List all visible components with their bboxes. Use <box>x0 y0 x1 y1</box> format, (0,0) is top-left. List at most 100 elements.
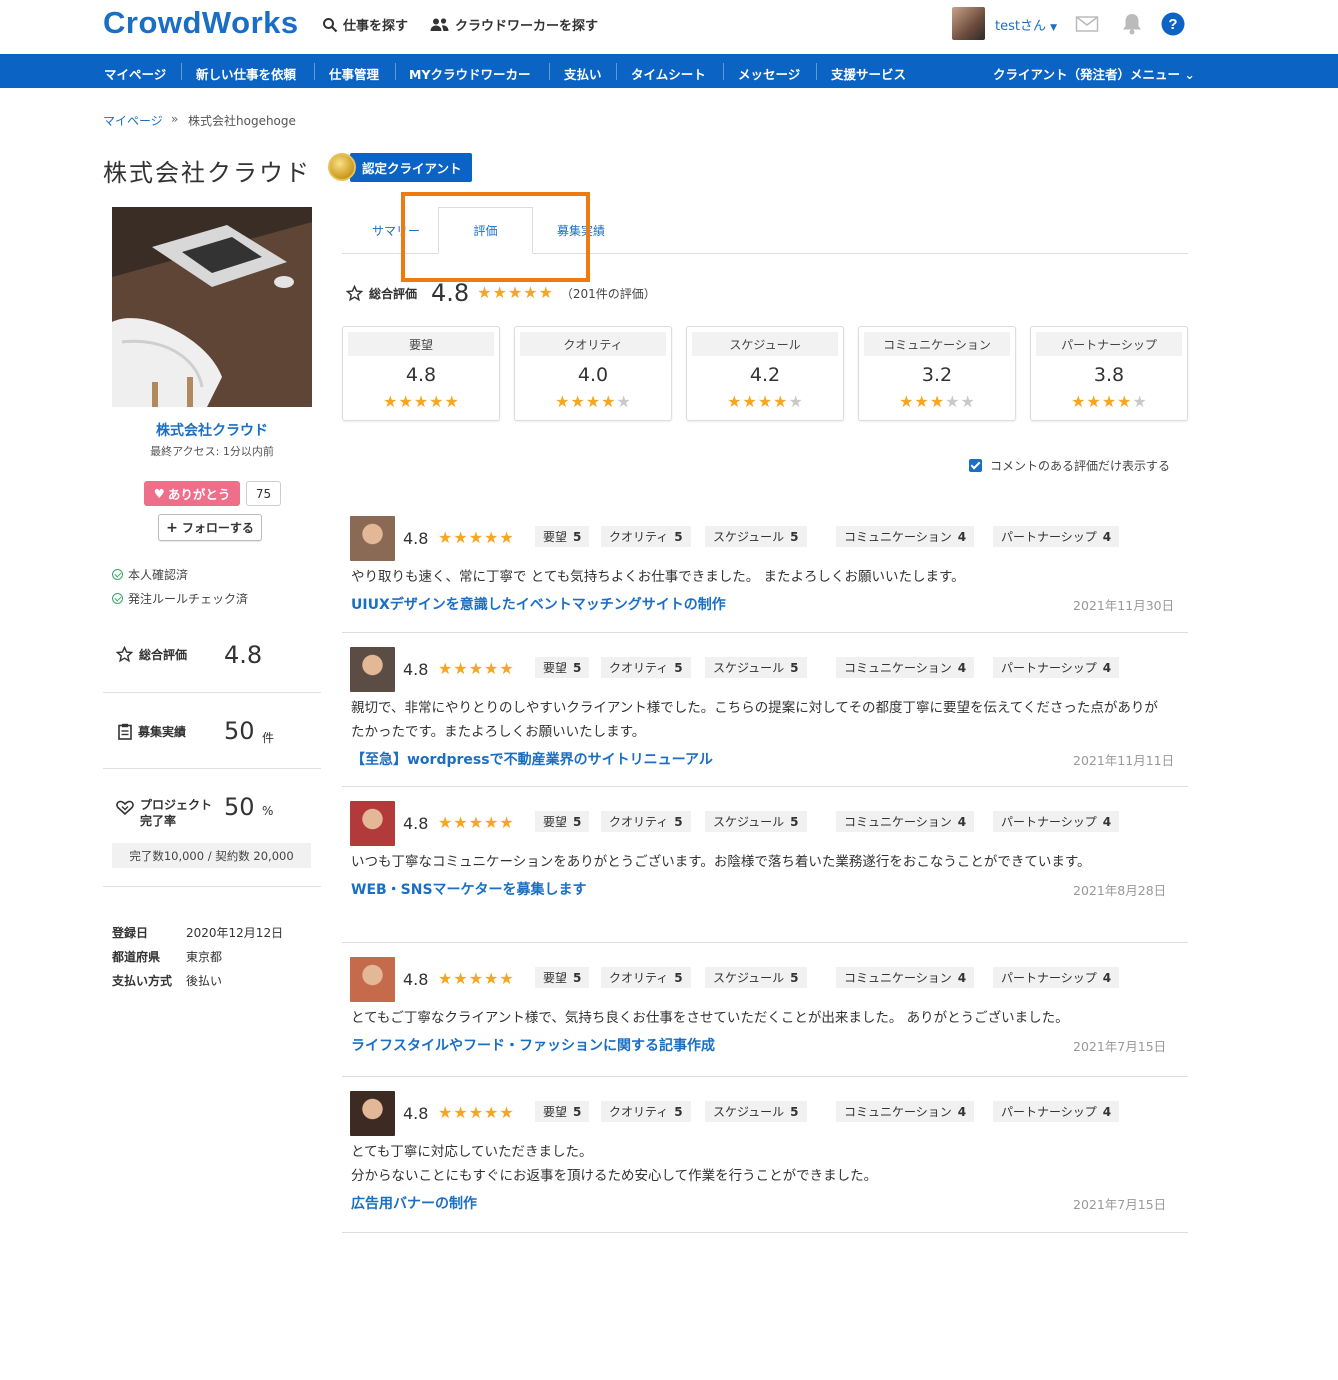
star-outline-icon <box>116 646 133 663</box>
clipboard-icon <box>118 723 132 740</box>
star-filled-icon: ★ <box>453 813 468 832</box>
star-empty-icon: ★ <box>1132 392 1147 411</box>
prefecture-key: 都道府県 <box>112 950 161 964</box>
chip-label: パートナーシップ <box>1001 1105 1097 1119</box>
review-stars: ★ ★ ★ ★ ★ <box>438 971 514 987</box>
user-menu[interactable]: testさん ▼ <box>995 15 1057 34</box>
chip-score: 5 <box>790 1104 799 1119</box>
chip-score: 5 <box>790 970 799 985</box>
follow-button[interactable]: + フォローする <box>158 514 262 541</box>
thanks-button[interactable]: ♥ ありがとう <box>144 481 240 506</box>
overall-rating-label: 総合評価 <box>116 646 187 663</box>
client-menu[interactable]: クライアント（発注者）メニュー ⌄ <box>993 64 1195 83</box>
thanks-count: 75 <box>246 481 281 506</box>
breadcrumb-home[interactable]: マイページ <box>103 112 163 129</box>
nav-my-workers[interactable]: MYクラウドワーカー <box>409 64 531 83</box>
chip-score: 5 <box>790 529 799 544</box>
review-job-link[interactable]: 【至急】wordpressで不動産業界のサイトリニューアル <box>351 749 713 769</box>
star-filled-icon: ★ <box>468 528 484 547</box>
chip-label: クオリティ <box>609 530 669 544</box>
last-access: 最終アクセス: 1分以内前 <box>150 445 274 458</box>
svg-text:?: ? <box>1168 16 1177 33</box>
prefecture-value: 東京都 <box>186 950 223 964</box>
reviewer-avatar[interactable] <box>350 1091 395 1136</box>
review-criteria-chip: コミュニケーション 4 <box>836 657 975 678</box>
crowdworks-logo[interactable]: CrowdWorks <box>103 5 299 41</box>
review-criteria-chip: パートナーシップ 4 <box>993 811 1120 832</box>
review-criteria-chip: コミュニケーション 4 <box>836 967 975 988</box>
star-empty-icon: ★ <box>788 392 803 411</box>
star-filled-icon: ★ <box>453 659 468 678</box>
reviewer-avatar[interactable] <box>350 801 395 846</box>
jobs-posted-label: 募集実績 <box>118 723 186 740</box>
review-criteria-chip: コミュニケーション 4 <box>836 1101 975 1122</box>
search-icon <box>323 17 338 32</box>
star-filled-icon: ★ <box>429 392 444 411</box>
nav-divider <box>723 63 724 80</box>
completion-rate-label: プロジェクト 完了率 <box>116 797 212 829</box>
reviewer-avatar[interactable] <box>350 516 395 561</box>
review-stars: ★ ★ ★ ★ ★ <box>438 1105 514 1121</box>
checkbox-checked[interactable] <box>969 459 982 472</box>
thanks-label: ありがとう <box>167 487 231 502</box>
chip-score: 5 <box>573 1104 582 1119</box>
category-name: 要望 <box>348 332 494 356</box>
chip-label: 要望 <box>543 1105 568 1119</box>
profile-name[interactable]: 株式会社クラウド <box>103 420 321 440</box>
chip-score: 5 <box>573 814 582 829</box>
review-job-link[interactable]: WEB・SNSマーケターを募集します <box>351 879 587 899</box>
category-name: クオリティ <box>520 332 666 356</box>
nav-mypage[interactable]: マイページ <box>104 64 166 83</box>
star-filled-icon: ★ <box>484 659 499 678</box>
chip-label: コミュニケーション <box>844 661 952 675</box>
help-icon[interactable]: ? <box>1161 12 1185 36</box>
identity-verified-label: 本人確認済 <box>128 568 189 582</box>
review-item: 4.8 ★ ★ ★ ★ ★ 要望 5 クオリティ 5 スケジュール 5 コミュニケーション 4 パートナーシ… <box>342 790 1188 943</box>
review-criteria-chip: クオリティ 5 <box>601 811 691 832</box>
search-jobs-label: 仕事を探す <box>343 19 409 34</box>
chip-label: スケジュール <box>713 530 785 544</box>
nav-payment[interactable]: 支払い <box>564 64 602 83</box>
review-job-link[interactable]: UIUXデザインを意識したイベントマッチングサイトの制作 <box>351 594 726 614</box>
rules-checked: 発注ルールチェック済 <box>112 590 248 607</box>
review-stars: ★ ★ ★ ★ ★ <box>438 530 514 546</box>
user-avatar[interactable] <box>952 7 985 40</box>
main-navbar: マイページ 新しい仕事を依頼 仕事管理 MYクラウドワーカー 支払い タイムシー… <box>0 54 1338 88</box>
review-date: 2021年7月15日 <box>1073 1039 1167 1054</box>
nav-support[interactable]: 支援サービス <box>831 64 906 83</box>
nav-job-management[interactable]: 仕事管理 <box>329 64 379 83</box>
nav-timesheet[interactable]: タイムシート <box>631 64 706 83</box>
client-menu-label: クライアント（発注者）メニュー <box>993 67 1181 82</box>
star-filled-icon: ★ <box>570 392 585 411</box>
divider <box>103 768 321 769</box>
review-score: 4.8 <box>403 814 429 833</box>
review-text: いつも丁寧なコミュニケーションをありがとうございます。お陰様で落ち着いた業務遂行… <box>351 854 1091 870</box>
mail-icon[interactable] <box>1075 12 1099 36</box>
chip-label: クオリティ <box>609 815 669 829</box>
review-criteria-chip: コミュニケーション 4 <box>836 526 975 547</box>
divider <box>103 692 321 693</box>
star-filled-icon: ★ <box>383 392 398 411</box>
category-score: 4.0 <box>577 364 609 386</box>
chip-score: 5 <box>790 660 799 675</box>
search-workers-link[interactable]: クラウドワーカーを探す <box>430 15 598 34</box>
bell-icon[interactable] <box>1120 12 1144 36</box>
reviewer-avatar[interactable] <box>350 647 395 692</box>
category-card: パートナーシップ 3.8 ★ ★ ★ ★ ★ <box>1030 326 1188 421</box>
comment-filter[interactable]: コメントのある評価だけ表示する <box>969 457 1170 474</box>
category-card: クオリティ 4.0 ★ ★ ★ ★ ★ <box>514 326 672 421</box>
search-jobs-link[interactable]: 仕事を探す <box>322 15 408 34</box>
review-date: 2021年8月28日 <box>1073 883 1167 898</box>
nav-messages[interactable]: メッセージ <box>738 64 800 83</box>
nav-new-job[interactable]: 新しい仕事を依頼 <box>196 64 296 83</box>
star-filled-icon: ★ <box>742 392 757 411</box>
chip-score: 5 <box>573 529 582 544</box>
nav-divider <box>816 63 817 80</box>
star-outline-icon <box>346 284 363 301</box>
review-job-link[interactable]: 広告用バナーの制作 <box>351 1193 477 1213</box>
jobs-posted-unit: 件 <box>262 731 275 745</box>
users-icon <box>430 17 449 31</box>
reviewer-avatar[interactable] <box>350 957 395 1002</box>
star-empty-icon: ★ <box>616 392 631 411</box>
review-job-link[interactable]: ライフスタイルやフード・ファッションに関する記事作成 <box>351 1035 715 1055</box>
